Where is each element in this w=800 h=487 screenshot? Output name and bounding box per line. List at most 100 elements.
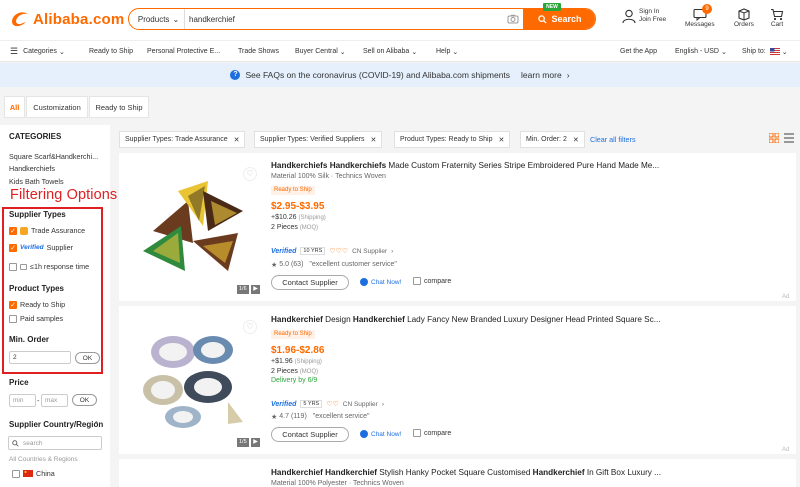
- supplier-country[interactable]: CN Supplier: [343, 401, 378, 408]
- chevron-up-icon[interactable]: ⌃: [93, 420, 100, 429]
- min-order-input[interactable]: 2: [9, 351, 71, 364]
- nav-trade-shows[interactable]: Trade Shows: [238, 41, 279, 62]
- category-link-square-scarf[interactable]: Square Scarf&Handkerchi...: [9, 152, 98, 161]
- verified-supplier-filter[interactable]: ✓ Verified Supplier: [9, 243, 73, 252]
- filter-chip[interactable]: Supplier Types: Trade Assurance ✕: [119, 131, 246, 148]
- title-keyword: Handkerchief Handkerchief: [271, 468, 378, 477]
- nav-buyer-central[interactable]: Buyer Central ⌄: [295, 41, 346, 62]
- orders-link[interactable]: Orders: [734, 8, 754, 28]
- china-filter[interactable]: China: [12, 469, 55, 478]
- list-view-icon[interactable]: [784, 133, 794, 143]
- play-icon[interactable]: ▶: [251, 438, 260, 447]
- favorite-heart-icon[interactable]: ♡: [243, 167, 257, 181]
- checkbox[interactable]: [413, 277, 421, 285]
- product-image[interactable]: [133, 171, 253, 281]
- price-title: Price: [9, 378, 29, 387]
- ready-to-ship-filter[interactable]: ✓ Ready to Ship: [9, 300, 65, 309]
- chat-now-button[interactable]: Chat Now!: [360, 278, 401, 286]
- chat-bubble-icon: [20, 263, 27, 270]
- play-icon[interactable]: ▶: [251, 285, 260, 294]
- filter-chip[interactable]: Supplier Types: Verified Suppliers ✕: [254, 131, 383, 148]
- chat-now-button[interactable]: Chat Now!: [360, 430, 401, 438]
- search-input[interactable]: [189, 9, 499, 29]
- checkbox[interactable]: [9, 314, 17, 323]
- logo-text: Alibaba.com: [33, 10, 125, 28]
- nav-help[interactable]: Help ⌄: [436, 41, 458, 62]
- ready-to-ship-badge: Ready to Ship: [271, 186, 315, 195]
- chevron-right-icon: ›: [391, 247, 394, 255]
- compare-checkbox[interactable]: compare: [413, 277, 451, 285]
- min-order-ok-button[interactable]: OK: [75, 352, 100, 364]
- checkbox-checked[interactable]: ✓: [9, 226, 17, 235]
- language-currency-select[interactable]: English - USD ⌄: [675, 41, 727, 62]
- checkbox-checked[interactable]: ✓: [9, 243, 17, 252]
- product-material: Material 100% Silk · Technics Woven: [271, 173, 386, 180]
- search-category-select[interactable]: Products ⌄: [133, 9, 185, 29]
- title-text: Lady Fancy New Branded Luxury Designer H…: [404, 315, 661, 324]
- nav-ready-to-ship[interactable]: Ready to Ship: [89, 41, 133, 62]
- cart-link[interactable]: Cart: [770, 8, 784, 28]
- nav-sell-on-alibaba[interactable]: Sell on Alibaba ⌄: [363, 41, 417, 62]
- trade-assurance-icon: [20, 226, 28, 235]
- tab-customization[interactable]: Customization: [26, 96, 88, 118]
- product-card[interactable]: ♡ 1/6 ▶ Handkerchiefs Handkerchiefs Made…: [119, 153, 796, 301]
- tab-ready-to-ship[interactable]: Ready to Ship: [89, 96, 149, 118]
- top-header: Alibaba.com Products ⌄ Search NEW Sign I…: [0, 0, 800, 40]
- checkbox[interactable]: [12, 469, 20, 478]
- checkbox[interactable]: [9, 262, 17, 271]
- supplier-country[interactable]: CN Supplier: [352, 248, 387, 255]
- years-badge: 10 YRS: [300, 247, 326, 255]
- close-icon[interactable]: ✕: [234, 136, 240, 144]
- checkbox[interactable]: [413, 429, 421, 437]
- product-card[interactable]: Handkerchief Handkerchief Stylish Hanky …: [119, 459, 796, 487]
- favorite-heart-icon[interactable]: ♡: [243, 320, 257, 334]
- learn-more-link[interactable]: learn more: [521, 70, 562, 80]
- star-icon: ★: [271, 262, 278, 269]
- language-label: English - USD: [675, 48, 719, 55]
- cart-label: Cart: [770, 21, 784, 28]
- clear-all-filters-link[interactable]: Clear all filters: [590, 135, 636, 144]
- country-search-placeholder: search: [23, 439, 43, 447]
- paid-samples-filter[interactable]: Paid samples: [9, 314, 63, 323]
- product-image[interactable]: [133, 322, 253, 432]
- nav-personal-protective[interactable]: Personal Protective E...: [147, 41, 220, 62]
- close-icon[interactable]: ✕: [498, 136, 504, 144]
- chevron-right-icon: ›: [381, 400, 384, 408]
- filter-chip[interactable]: Min. Order: 2 ✕: [520, 131, 585, 148]
- filter-chip[interactable]: Product Types: Ready to Ship ✕: [394, 131, 511, 148]
- product-title[interactable]: Handkerchiefs Handkerchiefs Made Custom …: [271, 161, 671, 170]
- supplier-rating-icons: ♡♡♡: [329, 248, 349, 255]
- close-icon[interactable]: ✕: [371, 136, 377, 144]
- ship-to-select[interactable]: Ship to: ⌄: [742, 41, 788, 62]
- alibaba-logo[interactable]: Alibaba.com: [10, 8, 124, 30]
- sign-in-link[interactable]: Sign In Join Free: [622, 8, 666, 24]
- compare-checkbox[interactable]: compare: [413, 429, 451, 437]
- product-card[interactable]: ♡ 1/5 ▶ Handkerchief Design Handkerchief…: [119, 306, 796, 454]
- categories-menu[interactable]: ☰ Categories ⌄: [10, 41, 65, 62]
- product-title[interactable]: Handkerchief Design Handkerchief Lady Fa…: [271, 315, 671, 324]
- tab-all[interactable]: All: [4, 96, 25, 118]
- product-title[interactable]: Handkerchief Handkerchief Stylish Hanky …: [271, 468, 671, 477]
- get-the-app-link[interactable]: Get the App: [620, 41, 657, 62]
- price-ok-button[interactable]: OK: [72, 394, 97, 406]
- title-text: Made Custom Fraternity Series Stripe Emb…: [386, 161, 660, 170]
- close-icon[interactable]: ✕: [573, 136, 579, 144]
- chip-label: Min. Order: 2: [526, 136, 567, 143]
- price-max-input[interactable]: max: [41, 394, 68, 407]
- categories-title: CATEGORIES: [9, 132, 62, 141]
- contact-supplier-button[interactable]: Contact Supplier: [271, 427, 349, 442]
- price-min-input[interactable]: min: [9, 394, 36, 407]
- response-time-filter[interactable]: ≤1h response time: [9, 262, 89, 271]
- category-link-kids-bath-towels[interactable]: Kids Bath Towels: [9, 177, 64, 186]
- title-keyword: Handkerchief: [271, 315, 323, 324]
- country-search-input[interactable]: search: [8, 436, 102, 450]
- category-link-handkerchiefs[interactable]: Handkerchiefs: [9, 164, 55, 173]
- sell-label: Sell on Alibaba: [363, 48, 410, 55]
- contact-supplier-button[interactable]: Contact Supplier: [271, 275, 349, 290]
- trade-assurance-filter[interactable]: ✓ Trade Assurance: [9, 226, 85, 235]
- checkbox-checked[interactable]: ✓: [9, 300, 17, 309]
- grid-view-icon[interactable]: [769, 133, 779, 143]
- product-material: Material 100% Polyester · Technics Woven: [271, 480, 404, 487]
- search-button[interactable]: Search: [523, 9, 595, 29]
- camera-icon[interactable]: [507, 13, 519, 25]
